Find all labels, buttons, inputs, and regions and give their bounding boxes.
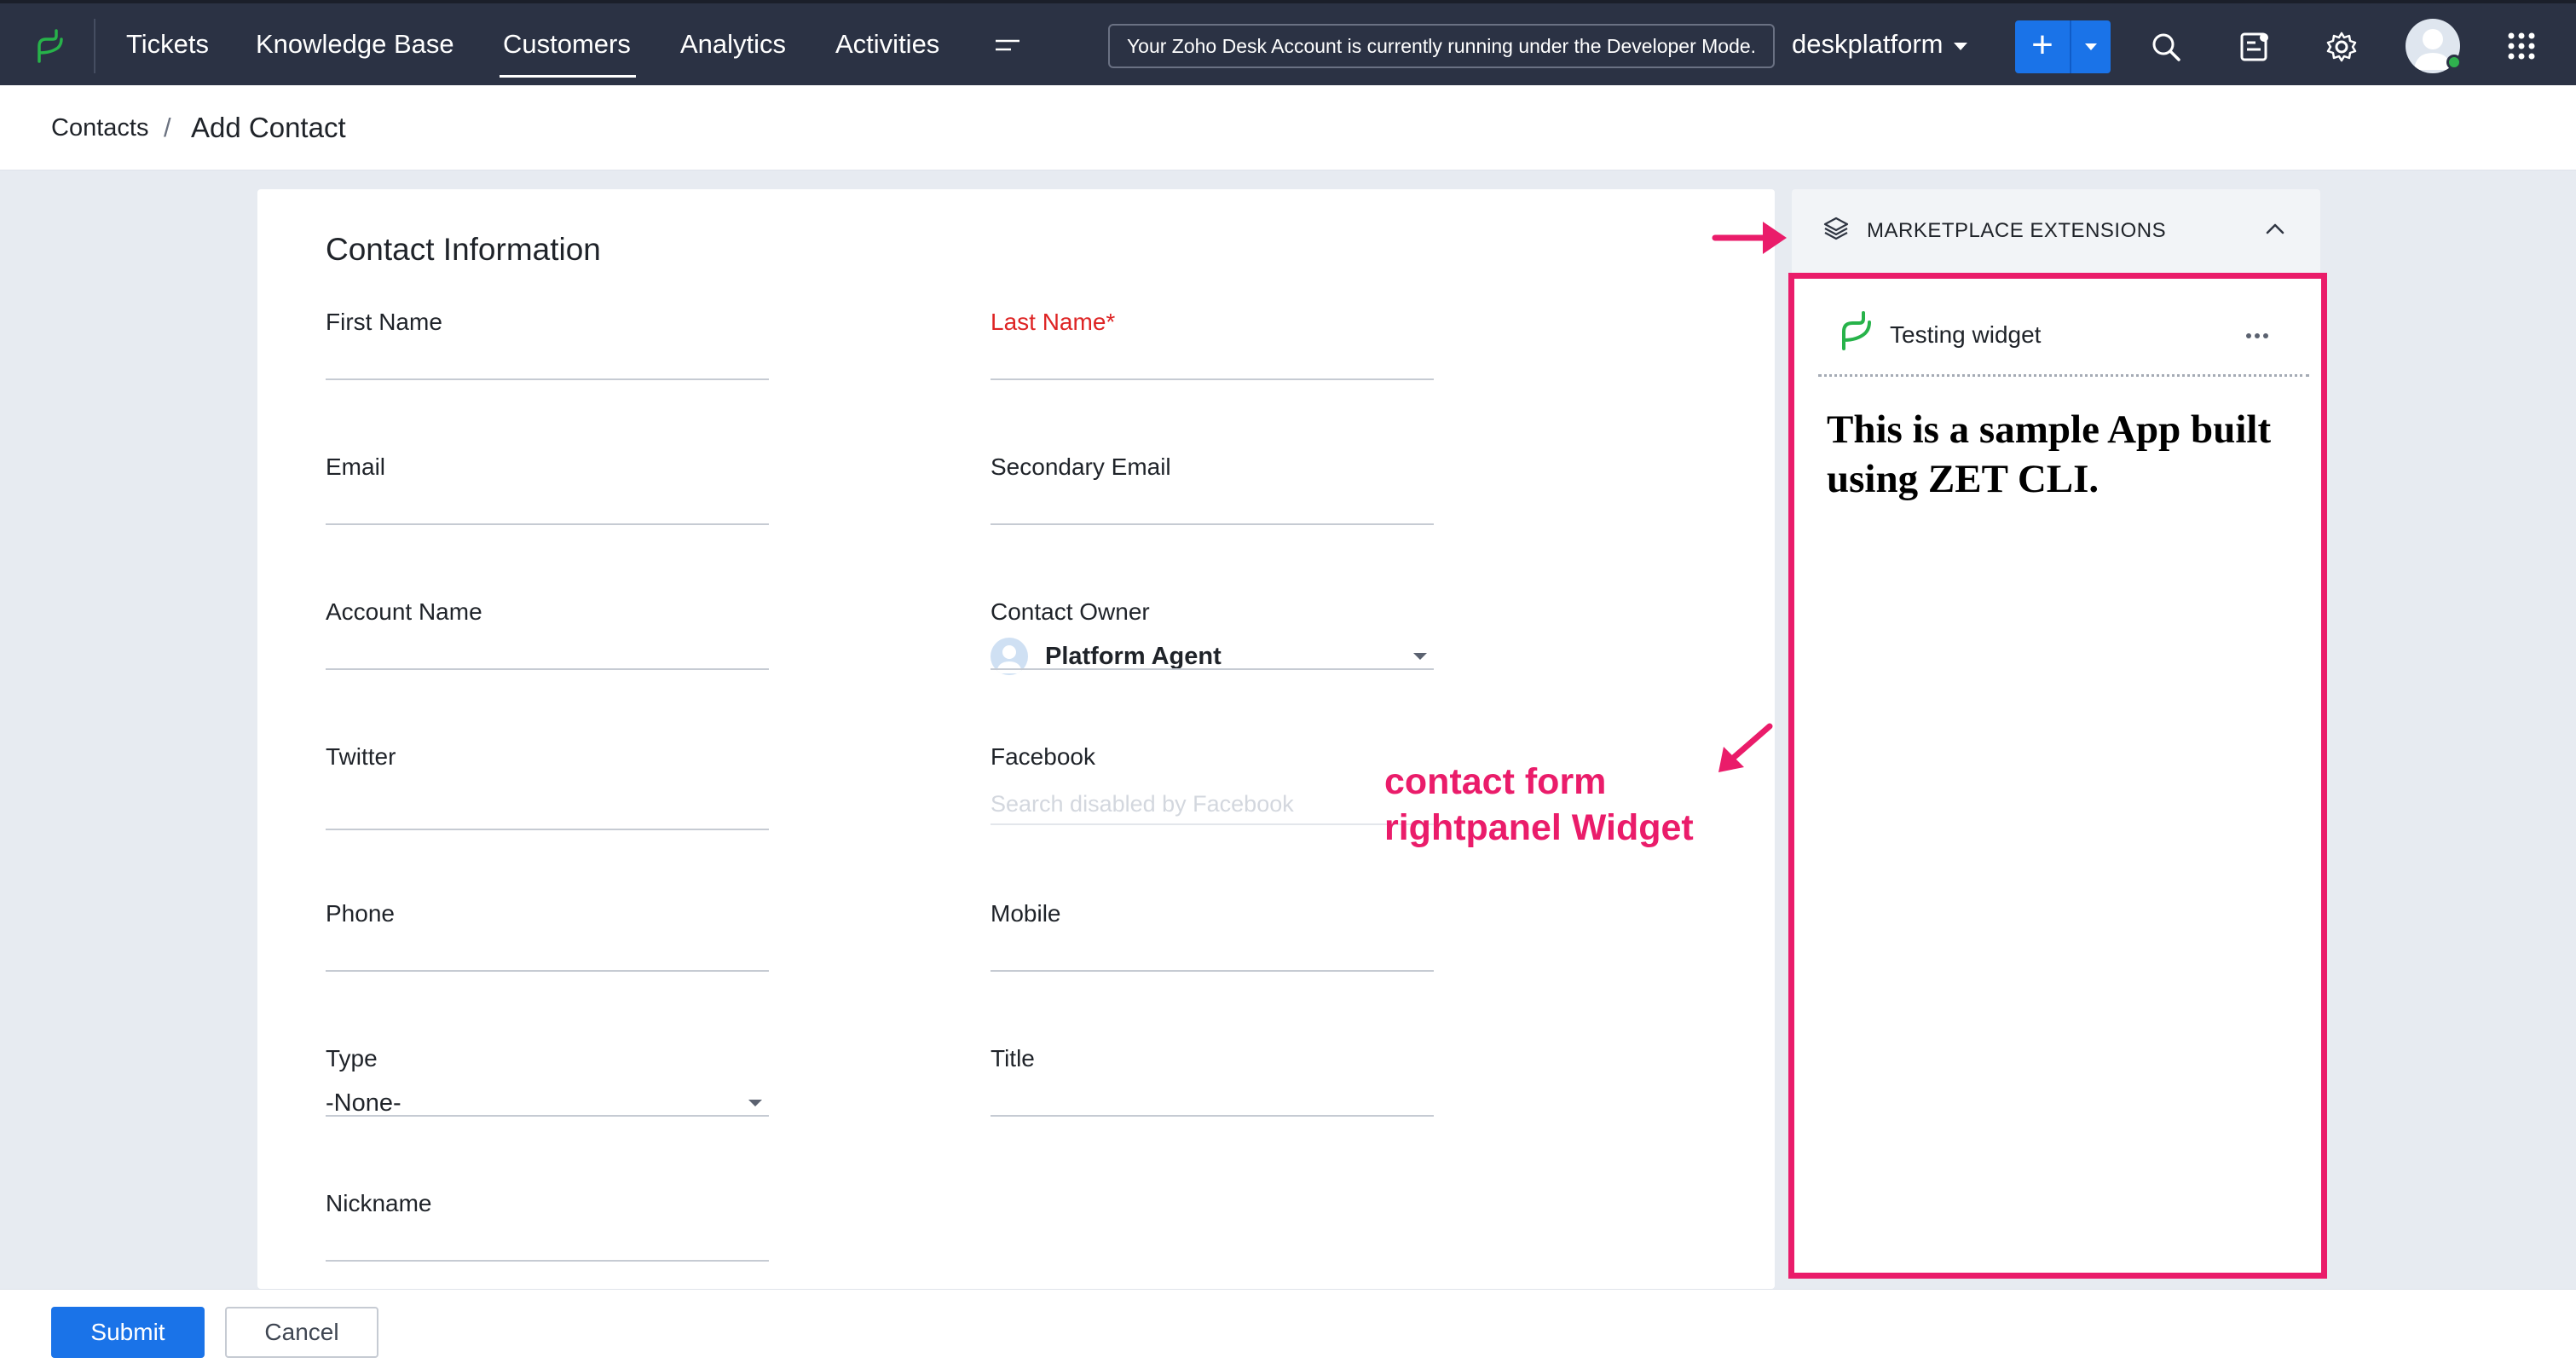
- type-label: Type: [326, 1045, 378, 1072]
- required-asterisk: *: [1106, 309, 1116, 335]
- chevron-down-icon[interactable]: [1954, 43, 1967, 50]
- contact-owner-label: Contact Owner: [991, 598, 1150, 625]
- mobile-label: Mobile: [991, 900, 1061, 927]
- email-field[interactable]: Email: [326, 453, 769, 547]
- email-input[interactable]: [326, 523, 769, 525]
- nickname-input[interactable]: [326, 1260, 769, 1262]
- nav-tab-activities[interactable]: Activities: [835, 29, 939, 60]
- last-name-input[interactable]: [991, 378, 1434, 380]
- email-label: Email: [326, 453, 386, 480]
- layers-icon: [1823, 217, 1849, 240]
- type-select[interactable]: [326, 1115, 769, 1117]
- breadcrumb-separator: /: [164, 113, 171, 142]
- form-action-bar: Submit Cancel: [0, 1289, 2576, 1369]
- twitter-label: Twitter: [326, 743, 396, 770]
- nickname-field[interactable]: Nickname: [326, 1190, 769, 1284]
- contact-owner-select[interactable]: [991, 668, 1434, 670]
- cancel-button[interactable]: Cancel: [225, 1307, 378, 1358]
- plus-icon[interactable]: +: [2015, 20, 2070, 73]
- mobile-input[interactable]: [991, 970, 1434, 972]
- facebook-input[interactable]: [991, 823, 1434, 825]
- chevron-down-icon[interactable]: [748, 1100, 762, 1106]
- contact-owner-field[interactable]: Contact Owner Platform Agent: [991, 598, 1434, 692]
- secondary-email-input[interactable]: [991, 523, 1434, 525]
- section-title: Contact Information: [326, 232, 601, 267]
- annotation-line-1: contact form: [1384, 761, 1607, 802]
- first-name-input[interactable]: [326, 378, 769, 380]
- title-label: Title: [991, 1045, 1035, 1072]
- twitter-field[interactable]: Twitter: [326, 743, 769, 852]
- marketplace-extensions-header[interactable]: MARKETPLACE EXTENSIONS: [1792, 189, 2320, 273]
- nav-divider: [94, 19, 95, 73]
- twitter-input[interactable]: [326, 829, 769, 830]
- page-title: Add Contact: [191, 112, 346, 143]
- chevron-down-icon[interactable]: [1413, 653, 1427, 660]
- more-options-icon[interactable]: [2244, 332, 2270, 340]
- marketplace-extensions-title: MARKETPLACE EXTENSIONS: [1867, 219, 2167, 242]
- widget-title: Testing widget: [1890, 321, 2042, 348]
- account-name-label: Account Name: [326, 598, 482, 625]
- annotation-arrow-right-icon: [1712, 222, 1787, 254]
- chevron-up-icon[interactable]: [2264, 218, 2286, 240]
- facebook-label: Facebook: [991, 743, 1095, 770]
- menu-more-icon[interactable]: [994, 36, 1021, 56]
- first-name-label: First Name: [326, 309, 442, 335]
- button-divider: [2070, 20, 2071, 73]
- gear-icon[interactable]: [2325, 31, 2358, 63]
- last-name-label-text: Last Name: [991, 309, 1106, 335]
- notes-icon[interactable]: [2238, 31, 2271, 63]
- quick-add-button[interactable]: +: [2015, 20, 2111, 73]
- last-name-field[interactable]: Last Name*: [991, 309, 1434, 402]
- chevron-down-icon[interactable]: [2085, 43, 2097, 50]
- facebook-placeholder: Search disabled by Facebook: [991, 791, 1294, 817]
- phone-label: Phone: [326, 900, 395, 927]
- search-icon[interactable]: [2150, 31, 2182, 63]
- phone-input[interactable]: [326, 970, 769, 972]
- zoho-desk-logo-icon[interactable]: [32, 27, 66, 65]
- last-name-label: Last Name*: [991, 309, 1115, 336]
- title-input[interactable]: [991, 1115, 1434, 1117]
- developer-mode-banner: Your Zoho Desk Account is currently runn…: [1108, 24, 1775, 68]
- submit-button[interactable]: Submit: [51, 1307, 205, 1358]
- secondary-email-field[interactable]: Secondary Email: [991, 453, 1434, 547]
- nickname-label: Nickname: [326, 1190, 432, 1216]
- nav-tab-tickets[interactable]: Tickets: [126, 29, 209, 60]
- breadcrumb: Contacts / Add Contact: [0, 85, 2576, 170]
- zoho-desk-logo-icon: [1842, 311, 1871, 350]
- type-field[interactable]: Type -None-: [326, 1045, 769, 1139]
- type-value[interactable]: -None-: [326, 1089, 401, 1118]
- widget-divider: [1818, 374, 2309, 377]
- account-name-field[interactable]: Account Name: [326, 598, 769, 692]
- apps-grid-icon[interactable]: [2506, 31, 2537, 61]
- widget-content: This is a sample App built using ZET CLI…: [1827, 407, 2272, 501]
- org-switcher[interactable]: deskplatform: [1792, 29, 1943, 60]
- facebook-field[interactable]: Facebook Search disabled by Facebook: [991, 743, 1434, 837]
- annotation-line-2: rightpanel Widget: [1384, 807, 1694, 848]
- phone-field[interactable]: Phone: [326, 900, 769, 994]
- nav-tab-knowledge-base[interactable]: Knowledge Base: [256, 29, 454, 60]
- nav-tab-analytics[interactable]: Analytics: [680, 29, 786, 60]
- annotation-label: contact form rightpanel Widget: [1384, 759, 1759, 851]
- top-navigation-bar: Tickets Knowledge Base Customers Analyti…: [0, 0, 2576, 85]
- contact-form-card: Contact Information First Name Last Name…: [257, 189, 1775, 1289]
- annotation-arrow-diagonal-icon: [1718, 723, 1773, 772]
- title-field[interactable]: Title: [991, 1045, 1434, 1139]
- mobile-field[interactable]: Mobile: [991, 900, 1434, 994]
- breadcrumb-contacts-link[interactable]: Contacts: [51, 114, 148, 142]
- secondary-email-label: Secondary Email: [991, 453, 1171, 480]
- testing-widget-panel: Testing widget This is a sample App buil…: [1788, 273, 2327, 1279]
- account-name-input[interactable]: [326, 668, 769, 670]
- contact-owner-value[interactable]: Platform Agent: [1045, 643, 1222, 671]
- online-status-dot: [2446, 55, 2462, 70]
- nav-tab-customers[interactable]: Customers: [500, 29, 636, 78]
- first-name-field[interactable]: First Name: [326, 309, 769, 402]
